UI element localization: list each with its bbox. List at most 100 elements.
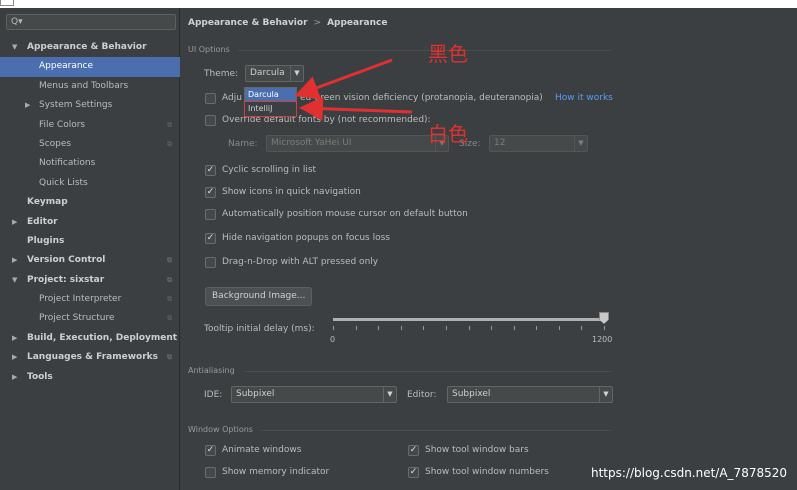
adjust-colors-label-rest: ed-green vision deficiency (protanopia, … xyxy=(300,93,543,103)
ui-option-checkbox[interactable]: ✓ xyxy=(205,165,216,176)
slider-tick xyxy=(333,326,334,330)
sidebar-item-appearance[interactable]: Appearance xyxy=(0,57,180,77)
override-fonts-checkbox[interactable] xyxy=(205,115,216,126)
ui-option-label: Show icons in quick navigation xyxy=(222,187,361,197)
expanded-arrow-icon[interactable]: ▼ xyxy=(12,271,17,290)
sidebar-item-file-colors[interactable]: File Colors ⧉ xyxy=(0,116,180,135)
ui-option-label: Drag-n-Drop with ALT pressed only xyxy=(222,257,379,267)
collapsed-arrow-icon[interactable]: ▶ xyxy=(12,251,17,270)
theme-select[interactable]: Darcula ▼ xyxy=(245,65,304,82)
window-option-label: Animate windows xyxy=(222,445,302,455)
sidebar-item-project-structure[interactable]: Project Structure ⧉ xyxy=(0,309,180,328)
collapsed-arrow-icon[interactable]: ▶ xyxy=(25,96,30,115)
slider-tick xyxy=(423,326,425,330)
adjust-colors-checkbox[interactable] xyxy=(205,93,216,104)
window-options-title: Window Options xyxy=(188,425,253,434)
how-it-works-link[interactable]: How it works xyxy=(555,93,613,103)
tooltip-delay-slider[interactable] xyxy=(333,318,604,321)
breadcrumb: Appearance & Behavior > Appearance xyxy=(188,18,387,28)
slider-tick xyxy=(400,326,402,330)
sidebar-item-notifications[interactable]: Notifications xyxy=(0,154,180,173)
ui-options-title: UI Options xyxy=(188,45,230,54)
theme-label: Theme: xyxy=(204,69,239,79)
window-corner-mark xyxy=(0,0,14,6)
sidebar-item-label: Project: sixstar xyxy=(27,274,105,285)
ui-option-label: Automatically position mouse cursor on d… xyxy=(222,209,468,219)
sidebar-item-project-sixstar[interactable]: ▼ Project: sixstar ⧉ xyxy=(0,271,180,290)
ide-antialiasing-label: IDE: xyxy=(204,390,223,400)
sidebar-item-plugins[interactable]: Plugins xyxy=(0,232,180,251)
sidebar-item-scopes[interactable]: Scopes ⧉ xyxy=(0,135,180,154)
sidebar-item-languages-frameworks[interactable]: ▶ Languages & Frameworks ⧉ xyxy=(0,348,180,367)
slider-thumb[interactable] xyxy=(599,312,609,324)
settings-dialog: Q▾ ▼ Appearance & Behavior Appearance Menus… xyxy=(0,8,797,490)
sidebar-item-version-control[interactable]: ▶ Version Control ⧉ xyxy=(0,251,180,270)
sidebar-item-appearance-behavior[interactable]: ▼ Appearance & Behavior xyxy=(0,38,180,57)
ide-antialiasing-select[interactable]: Subpixel ▼ xyxy=(231,386,397,403)
sidebar-item-label: Keymap xyxy=(27,197,68,208)
editor-antialiasing-select[interactable]: Subpixel ▼ xyxy=(447,386,613,403)
window-option-checkbox[interactable]: ✓ xyxy=(408,445,419,456)
slider-tick xyxy=(355,326,357,330)
sidebar-item-label: File Colors xyxy=(39,119,86,130)
slider-tick xyxy=(581,326,583,330)
settings-search-field[interactable]: Q▾ xyxy=(6,14,176,30)
tooltip-delay-label: Tooltip initial delay (ms): xyxy=(204,324,315,334)
chevron-down-icon: ▼ xyxy=(290,66,303,81)
background-image-button[interactable]: Background Image... xyxy=(205,287,313,306)
slider-tick xyxy=(558,326,560,330)
chevron-down-icon: ▼ xyxy=(383,387,396,402)
sidebar-item-editor[interactable]: ▶ Editor xyxy=(0,213,180,232)
sidebar-item-system-settings[interactable]: ▶ System Settings xyxy=(0,96,180,115)
sidebar-item-label: Project Interpreter xyxy=(39,294,122,305)
sidebar-item-keymap[interactable]: Keymap xyxy=(0,193,180,212)
breadcrumb-separator: > xyxy=(313,18,322,28)
expanded-arrow-icon[interactable]: ▼ xyxy=(12,38,17,57)
collapsed-arrow-icon[interactable]: ▶ xyxy=(12,368,17,387)
window-option-label: Show tool window numbers xyxy=(425,467,549,477)
sidebar-item-label: Appearance & Behavior xyxy=(27,42,147,52)
ui-option-checkbox[interactable] xyxy=(205,209,216,220)
theme-option-darcula[interactable]: Darcula xyxy=(245,88,296,102)
sidebar-item-label: Scopes xyxy=(39,138,72,149)
sidebar-item-quick-lists[interactable]: Quick Lists xyxy=(0,174,180,193)
sidebar-item-label: Plugins xyxy=(27,235,65,246)
breadcrumb-parent: Appearance & Behavior xyxy=(188,18,308,28)
slider-tick xyxy=(513,326,515,330)
collapsed-arrow-icon[interactable]: ▶ xyxy=(12,348,17,367)
ui-option-label: Hide navigation popups on focus loss xyxy=(222,233,390,243)
font-name-select[interactable]: Microsoft YaHei UI ▼ xyxy=(266,135,449,152)
collapsed-arrow-icon[interactable]: ▶ xyxy=(12,213,17,232)
sidebar-item-label: Quick Lists xyxy=(39,177,88,188)
window-option-label: Show tool window bars xyxy=(425,445,529,455)
theme-option-intellij[interactable]: IntelliJ xyxy=(244,101,297,117)
watermark: https://blog.csdn.net/A_7878520 xyxy=(590,466,787,480)
window-option-checkbox[interactable]: ✓ xyxy=(205,445,216,456)
ui-option-checkbox[interactable]: ✓ xyxy=(205,233,216,244)
sidebar-item-label: Tools xyxy=(27,371,53,382)
antialiasing-title: Antialiasing xyxy=(188,366,235,375)
annotation-black: 黑色 xyxy=(428,42,468,66)
annotation-white: 白色 xyxy=(428,122,468,146)
slider-tick xyxy=(604,326,605,330)
font-size-select[interactable]: 12 ▼ xyxy=(489,135,588,152)
sidebar-item-label: Notifications xyxy=(39,158,96,169)
window-option-checkbox[interactable]: ✓ xyxy=(408,467,419,478)
window-option-checkbox[interactable] xyxy=(205,467,216,478)
ui-option-checkbox[interactable] xyxy=(205,257,216,268)
settings-sidebar: Q▾ ▼ Appearance & Behavior Appearance Menus… xyxy=(0,8,180,490)
sidebar-item-label: Editor xyxy=(27,216,58,227)
collapsed-arrow-icon[interactable]: ▶ xyxy=(12,329,17,348)
project-settings-icon: ⧉ xyxy=(167,314,172,323)
ui-option-checkbox[interactable]: ✓ xyxy=(205,187,216,198)
sidebar-item-menus-and-toolbars[interactable]: Menus and Toolbars xyxy=(0,77,180,96)
project-settings-icon: ⧉ xyxy=(167,120,172,129)
editor-antialiasing-label: Editor: xyxy=(407,390,437,400)
sidebar-item-label: Languages & Frameworks xyxy=(27,352,159,363)
sidebar-item-label: Menus and Toolbars xyxy=(39,80,129,91)
slider-tick xyxy=(468,326,470,330)
chevron-down-icon: ▼ xyxy=(574,136,587,151)
sidebar-item-tools[interactable]: ▶ Tools xyxy=(0,368,180,387)
sidebar-item-build-execution-deployment[interactable]: ▶ Build, Execution, Deployment xyxy=(0,329,180,348)
sidebar-item-project-interpreter[interactable]: Project Interpreter ⧉ xyxy=(0,290,180,309)
